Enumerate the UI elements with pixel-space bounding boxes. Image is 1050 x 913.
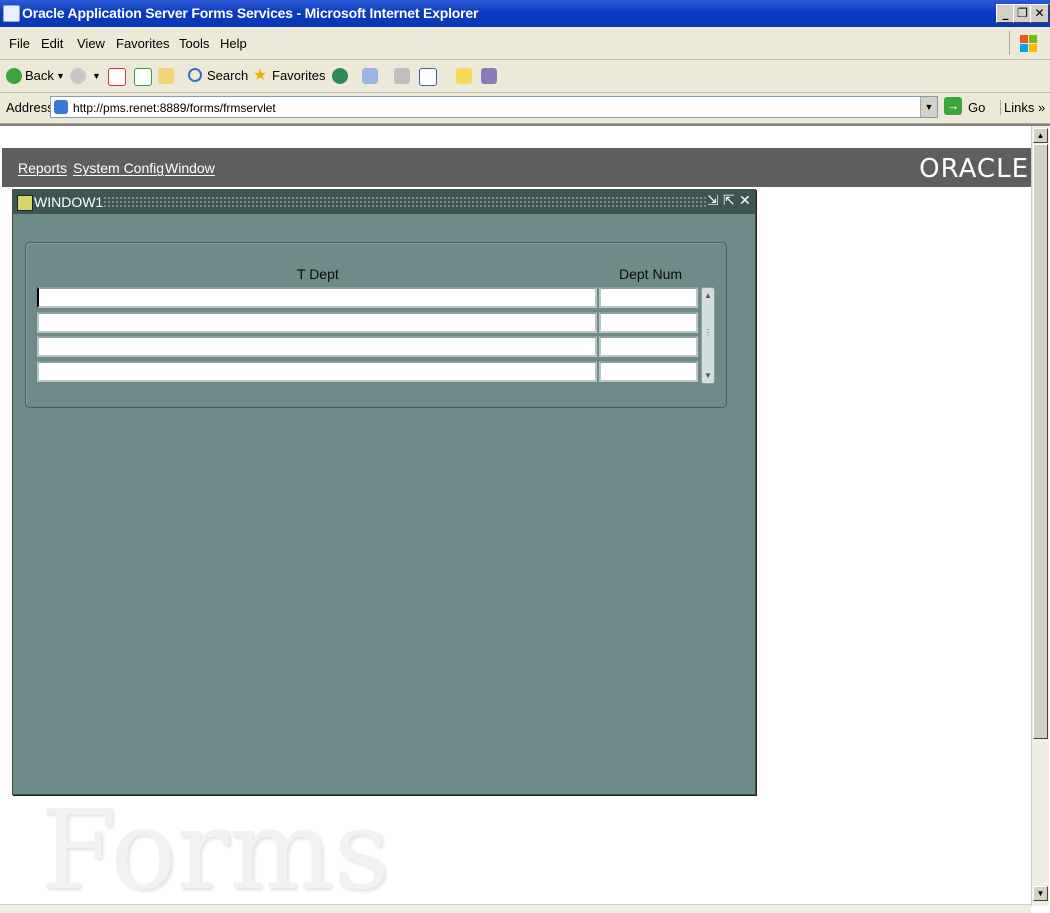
page-scroll-down-icon[interactable]: ▼ — [1033, 886, 1048, 901]
links-chevron-icon: » — [1037, 100, 1046, 115]
edit-word-icon[interactable] — [419, 68, 437, 86]
title-bar-texture — [103, 196, 707, 207]
ie-app-icon — [3, 5, 20, 22]
search-icon[interactable] — [188, 68, 202, 82]
forward-arrow-icon[interactable] — [70, 68, 86, 84]
forms-window-title-bar[interactable]: WINDOW1 ⇲ ⇱ ✕ — [13, 190, 755, 214]
address-bar: Address http://pms.renet:8889/forms/frms… — [0, 93, 1050, 124]
t-dept-field-row-3[interactable] — [37, 336, 597, 357]
history-icon[interactable] — [332, 68, 348, 84]
scroll-grip-icon[interactable]: ⋮ — [702, 325, 714, 340]
dept-num-field-row-2[interactable] — [599, 312, 698, 333]
menu-help[interactable]: Help — [220, 36, 247, 51]
dept-num-field-row-1[interactable] — [599, 287, 698, 308]
t-dept-field-row-2[interactable] — [37, 312, 597, 333]
address-dropdown-icon[interactable]: ▼ — [920, 97, 937, 117]
links-label: Links — [1004, 100, 1035, 115]
messenger-icon[interactable] — [481, 68, 497, 84]
column-header-dept-num: Dept Num — [619, 266, 683, 282]
forms-window: WINDOW1 ⇲ ⇱ ✕ T Dept Dept Num ▲ ⋮ ▼ — [12, 189, 756, 795]
page-scroll-up-icon[interactable]: ▲ — [1033, 128, 1048, 143]
search-button[interactable]: Search — [207, 68, 248, 83]
address-label: Address — [6, 100, 54, 115]
favorites-star-icon[interactable]: ★ — [253, 65, 267, 85]
menu-system-config[interactable]: System Config — [73, 160, 164, 176]
back-dropdown-icon[interactable]: ▼ — [56, 71, 65, 81]
go-arrow-icon[interactable]: → — [944, 97, 962, 115]
page-icon — [54, 100, 68, 114]
menu-edit[interactable]: Edit — [41, 36, 63, 51]
go-button[interactable]: Go — [968, 100, 985, 115]
windows-logo-icon — [1009, 31, 1042, 55]
forward-dropdown-icon[interactable]: ▼ — [92, 71, 101, 81]
menu-window[interactable]: Window — [165, 160, 215, 176]
scroll-down-icon[interactable]: ▼ — [702, 368, 714, 383]
print-icon[interactable] — [394, 68, 410, 84]
menu-favorites[interactable]: Favorites — [116, 36, 169, 51]
t-dept-field-row-1[interactable] — [37, 287, 597, 308]
menu-reports[interactable]: Reports — [18, 160, 67, 176]
mail-icon[interactable] — [362, 68, 378, 84]
favorites-button[interactable]: Favorites — [272, 68, 325, 83]
back-button[interactable]: Back — [25, 68, 54, 83]
home-icon[interactable] — [158, 68, 174, 84]
close-window-icon[interactable]: ✕ — [739, 193, 751, 209]
browser-toolbar: Back ▼ ▼ Search ★ Favorites — [0, 60, 1050, 93]
forms-services-watermark: Forms Services — [40, 795, 514, 912]
oracle-logo: ORACLE — [919, 154, 1029, 184]
forms-window-icon — [17, 195, 33, 211]
back-arrow-icon[interactable] — [6, 68, 22, 84]
discuss-icon[interactable] — [456, 68, 472, 84]
dept-num-field-row-4[interactable] — [599, 361, 698, 382]
address-input[interactable]: http://pms.renet:8889/forms/frmservlet ▼ — [50, 96, 938, 118]
page-vertical-scrollbar[interactable]: ▲ ▼ — [1031, 126, 1049, 906]
dept-num-field-row-3[interactable] — [599, 336, 698, 357]
close-icon[interactable]: ✕ — [1030, 4, 1049, 23]
menu-file[interactable]: File — [9, 36, 30, 51]
column-header-t-dept: T Dept — [297, 266, 339, 282]
refresh-icon[interactable] — [134, 68, 152, 86]
minimize-window-icon[interactable]: ⇲ — [707, 193, 719, 209]
page-scroll-thumb[interactable] — [1033, 144, 1048, 739]
forms-window-title: WINDOW1 — [34, 194, 104, 210]
maximize-window-icon[interactable]: ⇱ — [723, 193, 735, 209]
stop-icon[interactable] — [108, 68, 126, 86]
window-title: Oracle Application Server Forms Services… — [22, 5, 479, 21]
forms-menu-bar: Reports System Config Window ORACLE — [2, 148, 1031, 187]
address-url[interactable]: http://pms.renet:8889/forms/frmservlet — [73, 101, 276, 115]
browser-menu-bar: File Edit View Favorites Tools Help — [0, 27, 1050, 60]
records-scrollbar[interactable]: ▲ ⋮ ▼ — [701, 287, 715, 384]
browser-title-bar: Oracle Application Server Forms Services… — [0, 0, 1050, 27]
scroll-up-icon[interactable]: ▲ — [702, 288, 714, 303]
links-button[interactable]: Links » — [1000, 100, 1045, 115]
menu-view[interactable]: View — [77, 36, 105, 51]
t-dept-field-row-4[interactable] — [37, 361, 597, 382]
menu-tools[interactable]: Tools — [179, 36, 209, 51]
